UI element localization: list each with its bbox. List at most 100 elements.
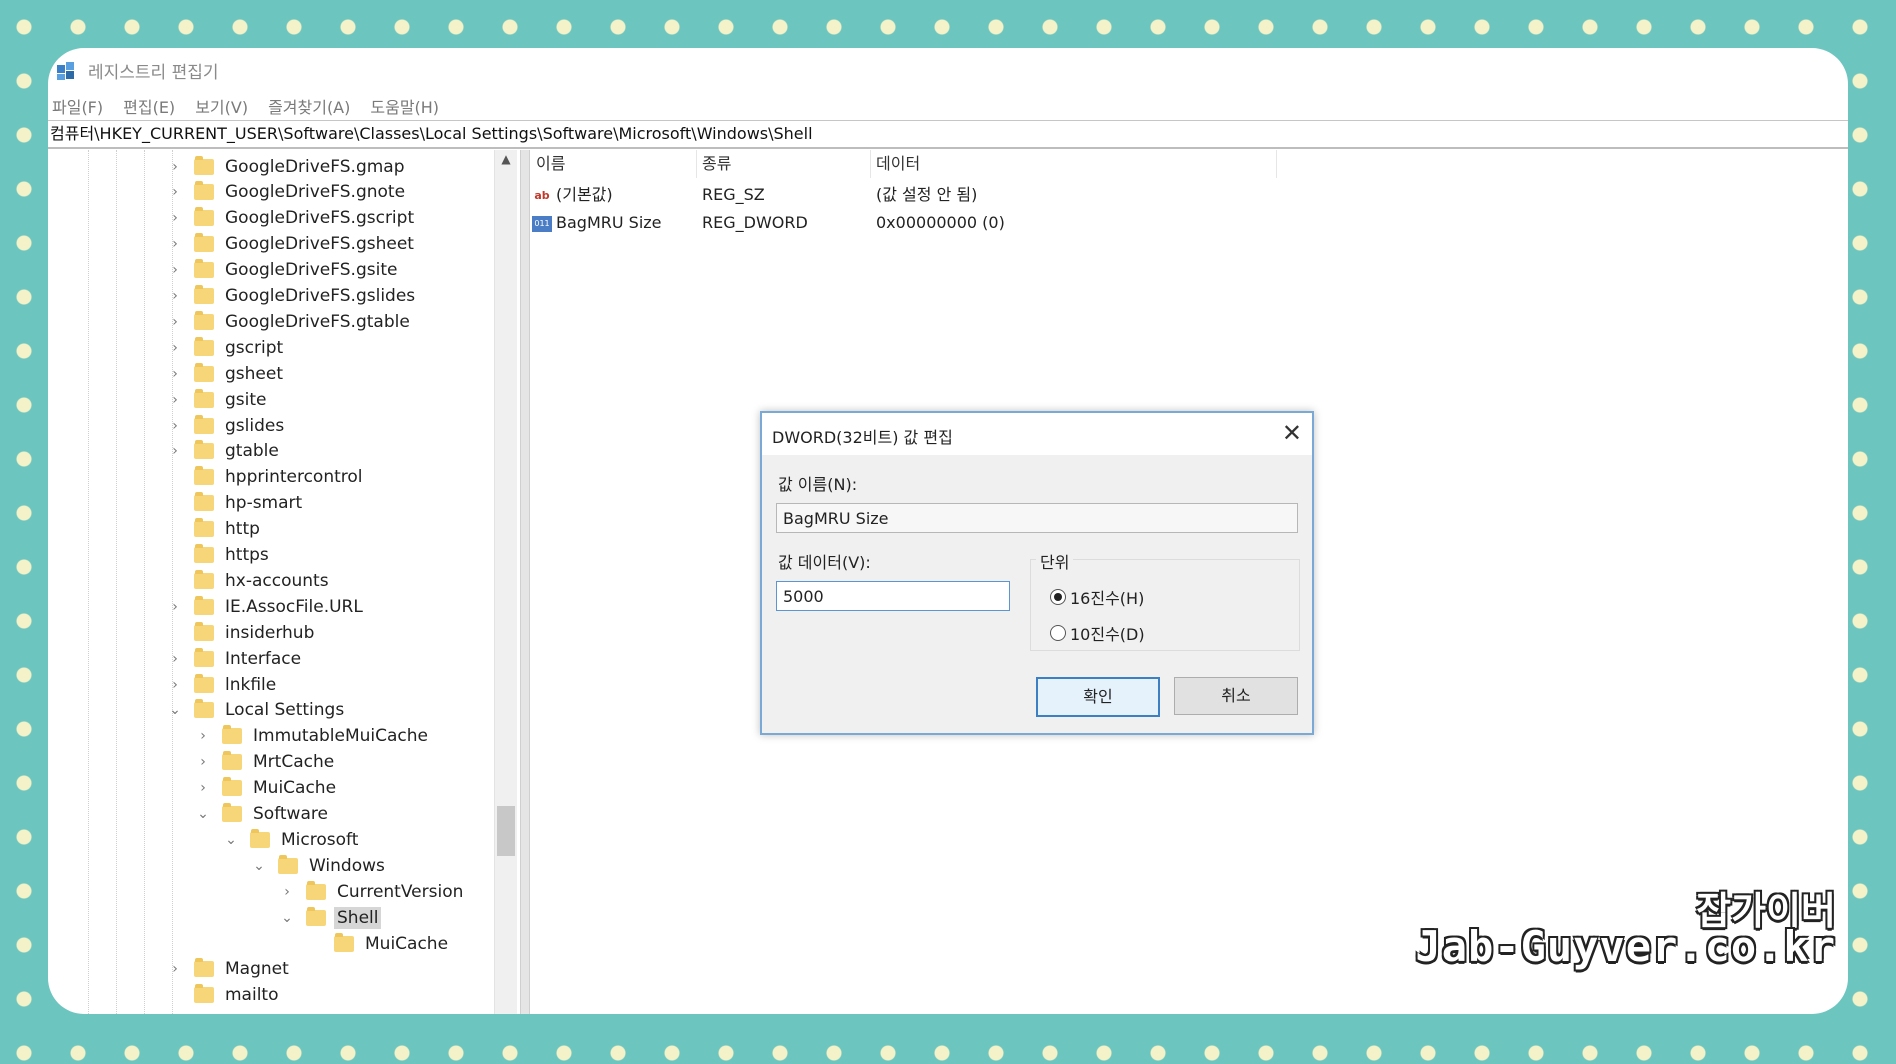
tree-item[interactable]: › IE.AssocFile.URL (166, 594, 366, 619)
expand-icon[interactable]: › (166, 210, 184, 226)
tree-item[interactable]: insiderhub (166, 620, 317, 645)
tree-item-label: ImmutableMuiCache (253, 726, 428, 747)
tree-item[interactable]: › lnkfile (166, 672, 279, 697)
expand-icon[interactable]: › (166, 184, 184, 200)
tree-item[interactable]: › GoogleDriveFS.gtable (166, 309, 413, 334)
collapse-icon[interactable]: ⌄ (278, 910, 296, 926)
tree-item[interactable]: ⌄ Windows (250, 853, 388, 878)
folder-icon (194, 621, 214, 641)
radio-hexadecimal[interactable]: 16진수(H) (1050, 585, 1144, 609)
expand-icon[interactable]: › (194, 728, 212, 744)
tree-item[interactable]: ⌄ Shell (278, 905, 382, 930)
tree-item[interactable]: › gtable (166, 439, 282, 464)
expand-icon[interactable]: › (166, 677, 184, 693)
expand-icon[interactable]: › (166, 366, 184, 382)
expand-icon[interactable]: › (166, 392, 184, 408)
screenshot-frame: 레지스트리 편집기 파일(F) 편집(E) 보기(V) 즐겨찾기(A) 도움말(… (48, 48, 1848, 1014)
menu-view[interactable]: 보기(V) (195, 94, 248, 118)
tree-item[interactable]: MuiCache (306, 931, 451, 956)
expand-icon[interactable]: › (278, 884, 296, 900)
menu-edit[interactable]: 편집(E) (123, 94, 175, 118)
value-name-cell: ab (기본값) (532, 182, 612, 208)
tree-item[interactable]: › MrtCache (194, 750, 337, 775)
tree-item[interactable]: › Interface (166, 646, 304, 671)
collapse-icon[interactable]: ⌄ (250, 858, 268, 874)
value-data-input[interactable]: 5000 (776, 581, 1010, 611)
folder-icon (194, 259, 214, 279)
value-name-field[interactable]: BagMRU Size (776, 503, 1298, 533)
tree-item-label: insiderhub (225, 622, 315, 643)
tree-item[interactable]: › GoogleDriveFS.gnote (166, 180, 408, 205)
tree-item[interactable]: › Magnet (166, 957, 292, 982)
menu-file[interactable]: 파일(F) (52, 94, 103, 118)
radio-decimal[interactable]: 10진수(D) (1050, 621, 1145, 645)
tree-item[interactable]: › gsite (166, 387, 270, 412)
pane-splitter[interactable] (520, 150, 530, 1014)
tree-item[interactable]: https (166, 543, 272, 568)
tree-item-label: CurrentVersion (337, 881, 464, 902)
tree-item[interactable]: › ImmutableMuiCache (194, 724, 431, 749)
tree-item-label: Magnet (225, 959, 289, 980)
scroll-up-icon[interactable]: ▲ (495, 152, 517, 166)
expand-icon[interactable]: › (166, 288, 184, 304)
tree-scrollbar[interactable]: ▲ (494, 150, 517, 1014)
collapse-icon[interactable]: ⌄ (222, 832, 240, 848)
expand-icon[interactable]: › (166, 236, 184, 252)
expand-icon[interactable]: › (166, 340, 184, 356)
tree-item[interactable]: › gslides (166, 413, 287, 438)
expand-icon[interactable]: › (166, 262, 184, 278)
folder-icon (194, 984, 214, 1004)
expand-icon[interactable]: › (194, 754, 212, 770)
tree-item-label: gtable (225, 441, 279, 462)
column-type[interactable]: 종류 (696, 150, 871, 178)
tree-item-label: GoogleDriveFS.gnote (225, 182, 406, 203)
collapse-icon[interactable]: ⌄ (166, 702, 184, 718)
tree-item[interactable]: › GoogleDriveFS.gsite (166, 258, 400, 283)
folder-icon (194, 336, 214, 356)
folder-icon (194, 466, 214, 486)
tree-item[interactable]: hp-smart (166, 491, 305, 516)
tree-item[interactable]: › GoogleDriveFS.gsheet (166, 232, 417, 257)
tree-item[interactable]: › GoogleDriveFS.gscript (166, 206, 417, 231)
tree-item[interactable]: › MuiCache (194, 776, 339, 801)
expand-icon[interactable]: › (166, 443, 184, 459)
expand-icon[interactable]: › (166, 314, 184, 330)
scroll-thumb[interactable] (497, 806, 515, 856)
tree-item[interactable]: ⌄ Local Settings (166, 698, 347, 723)
tree-item[interactable]: › GoogleDriveFS.gmap (166, 154, 408, 179)
expand-icon[interactable]: › (166, 418, 184, 434)
expand-icon[interactable]: › (166, 599, 184, 615)
value-row[interactable]: ab (기본값) REG_SZ (값 설정 안 됨) (530, 182, 1848, 208)
folder-icon (194, 647, 214, 667)
tree-item[interactable]: hx-accounts (166, 568, 332, 593)
value-row[interactable]: 011 BagMRU Size REG_DWORD 0x00000000 (0) (530, 210, 1848, 236)
column-name[interactable]: 이름 (530, 150, 697, 178)
editor-body: ▲ › GoogleDriveFS.gmap › GoogleDriveFS.gnot… (48, 150, 1848, 1014)
cancel-button[interactable]: 취소 (1174, 677, 1298, 715)
menu-help[interactable]: 도움말(H) (370, 94, 439, 118)
folder-icon (194, 673, 214, 693)
title-bar: 레지스트리 편집기 (48, 48, 1848, 92)
close-icon[interactable]: ✕ (1282, 419, 1302, 447)
tree-item[interactable]: mailto (166, 983, 282, 1008)
address-bar[interactable]: 컴퓨터\HKEY_CURRENT_USER\Software\Classes\L… (48, 120, 1848, 149)
expand-icon[interactable]: › (166, 651, 184, 667)
tree-item[interactable]: hpprintercontrol (166, 465, 366, 490)
tree-item[interactable]: › gscript (166, 335, 286, 360)
tree-item[interactable]: › gsheet (166, 361, 286, 386)
dword-value-icon: 011 (532, 215, 552, 232)
expand-icon[interactable]: › (194, 780, 212, 796)
ok-button[interactable]: 확인 (1036, 677, 1160, 717)
tree-item-label: hp-smart (225, 493, 303, 514)
tree-item[interactable]: http (166, 517, 263, 542)
column-data[interactable]: 데이터 (870, 150, 1277, 178)
tree-item[interactable]: ⌄ Software (194, 802, 331, 827)
menu-favorites[interactable]: 즐겨찾기(A) (268, 94, 350, 118)
tree-item[interactable]: › CurrentVersion (278, 879, 466, 904)
expand-icon[interactable]: › (166, 159, 184, 175)
tree-item[interactable]: ⌄ Microsoft (222, 827, 361, 852)
collapse-icon[interactable]: ⌄ (194, 806, 212, 822)
expand-icon[interactable]: › (166, 961, 184, 977)
tree-guide-line (116, 150, 117, 1014)
tree-item[interactable]: › GoogleDriveFS.gslides (166, 284, 418, 309)
